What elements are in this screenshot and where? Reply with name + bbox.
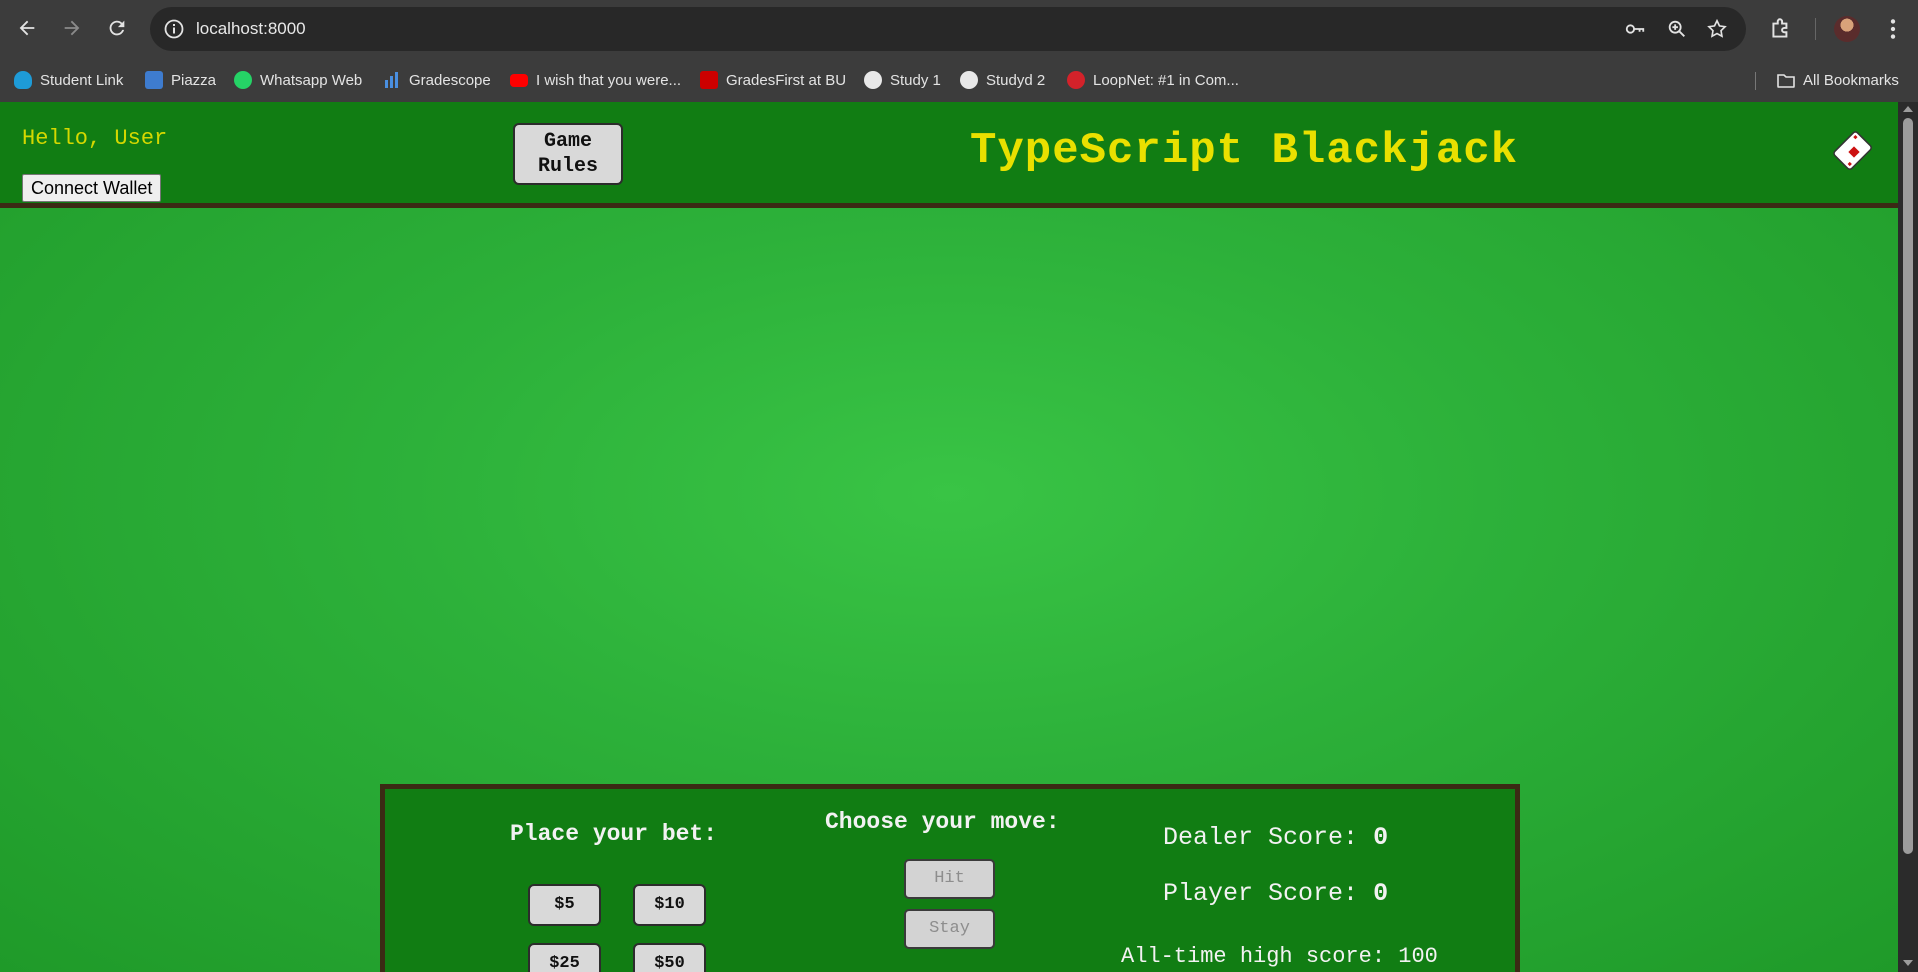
stay-button[interactable]: Stay bbox=[904, 909, 995, 949]
profile-avatar[interactable] bbox=[1834, 16, 1860, 42]
dealer-score-label: Dealer Score: bbox=[1163, 823, 1359, 852]
hit-button[interactable]: Hit bbox=[904, 859, 995, 899]
bookmark-label: I wish that you were... bbox=[536, 71, 682, 89]
high-score: All-time high score: 100 bbox=[1121, 944, 1438, 969]
bookmark-piazza[interactable]: Piazza bbox=[145, 69, 216, 91]
rules-label-line2: Rules bbox=[537, 155, 598, 178]
youtube-icon bbox=[510, 73, 528, 87]
back-arrow-icon bbox=[19, 20, 35, 36]
forward-arrow-icon bbox=[64, 20, 80, 36]
dealer-score-value: 0 bbox=[1373, 823, 1389, 852]
bookmark-label: Study 1 bbox=[890, 71, 941, 89]
puzzle-icon[interactable] bbox=[1768, 16, 1794, 42]
page-scrollbar[interactable] bbox=[1898, 102, 1918, 972]
bookmark-label: Gradescope bbox=[409, 71, 491, 89]
bet-50-button[interactable]: $50 bbox=[633, 943, 706, 972]
game-controls-panel: Place your bet: $5 $10 $25 $50 Choose yo… bbox=[380, 784, 1520, 972]
url-text[interactable]: localhost:8000 bbox=[196, 19, 306, 39]
bet-title: Place your bet: bbox=[510, 821, 718, 847]
player-score-value: 0 bbox=[1373, 879, 1389, 908]
folder-icon bbox=[1777, 74, 1795, 88]
cards-icon bbox=[1833, 131, 1872, 170]
zoom-icon[interactable] bbox=[1666, 18, 1688, 40]
bar-chart-icon bbox=[385, 72, 398, 88]
blackjack-page: Hello, User Connect Wallet Game Rules Ty… bbox=[0, 102, 1898, 972]
reload-icon bbox=[109, 20, 125, 36]
key-icon[interactable] bbox=[1624, 18, 1646, 40]
game-rules-button[interactable]: Game Rules bbox=[513, 123, 623, 185]
bookmarks-divider bbox=[1755, 72, 1756, 90]
github-icon bbox=[864, 71, 882, 89]
bookmark-student-link[interactable]: Student Link bbox=[14, 69, 123, 91]
bet-5-button[interactable]: $5 bbox=[528, 884, 601, 926]
forward-button[interactable] bbox=[55, 11, 89, 45]
bookmark-whatsapp[interactable]: Whatsapp Web bbox=[234, 69, 362, 91]
bet-25-button[interactable]: $25 bbox=[528, 943, 601, 972]
site-info-icon[interactable] bbox=[162, 17, 186, 41]
scroll-up-arrow[interactable] bbox=[1903, 106, 1913, 112]
player-score-label: Player Score: bbox=[1163, 879, 1359, 908]
bookmark-label: GradesFirst at BU bbox=[726, 71, 847, 89]
greeting-text: Hello, User bbox=[22, 126, 168, 151]
game-header: Hello, User Connect Wallet Game Rules Ty… bbox=[0, 102, 1898, 208]
bookmark-label: Student Link bbox=[40, 71, 124, 89]
bookmark-study-2[interactable]: Studyd 2 bbox=[960, 69, 1045, 91]
bookmarks-bar: Student Link Piazza Whatsapp Web Gradesc… bbox=[0, 58, 1918, 102]
kebab-menu-icon[interactable] bbox=[1880, 16, 1906, 42]
bu-icon bbox=[700, 71, 718, 89]
whatsapp-icon bbox=[234, 71, 252, 89]
bookmark-gradescope[interactable]: Gradescope bbox=[383, 69, 491, 91]
rules-label-line1: Game bbox=[543, 130, 592, 153]
github-icon bbox=[960, 71, 978, 89]
all-bookmarks[interactable]: All Bookmarks bbox=[1777, 69, 1899, 91]
reload-button[interactable] bbox=[100, 11, 134, 45]
bookmark-loopnet[interactable]: LoopNet: #1 in Com... bbox=[1067, 69, 1239, 91]
all-bookmarks-label: All Bookmarks bbox=[1803, 71, 1899, 89]
bookmark-label: Piazza bbox=[171, 71, 217, 89]
move-title: Choose your move: bbox=[825, 809, 1060, 835]
cloud-icon bbox=[14, 71, 32, 89]
dealer-score: Dealer Score: 0 bbox=[1163, 823, 1388, 852]
toolbar-divider bbox=[1815, 18, 1816, 40]
scrollbar-thumb[interactable] bbox=[1903, 118, 1913, 854]
browser-toolbar: localhost:8000 bbox=[0, 0, 1918, 58]
bookmark-label: Studyd 2 bbox=[986, 71, 1046, 89]
bookmark-label: LoopNet: #1 in Com... bbox=[1093, 71, 1239, 89]
scroll-down-arrow[interactable] bbox=[1903, 960, 1913, 966]
bookmark-youtube[interactable]: I wish that you were... bbox=[510, 69, 681, 91]
page-title: TypeScript Blackjack bbox=[970, 126, 1519, 176]
connect-wallet-button[interactable]: Connect Wallet bbox=[22, 174, 162, 202]
bet-10-button[interactable]: $10 bbox=[633, 884, 706, 926]
piazza-icon bbox=[145, 71, 163, 89]
bookmark-gradesfirst[interactable]: GradesFirst at BU bbox=[700, 69, 846, 91]
address-bar[interactable]: localhost:8000 bbox=[150, 7, 1746, 51]
bookmark-study-1[interactable]: Study 1 bbox=[864, 69, 941, 91]
star-icon[interactable] bbox=[1706, 18, 1728, 40]
back-button[interactable] bbox=[10, 11, 44, 45]
player-score: Player Score: 0 bbox=[1163, 879, 1388, 908]
loopnet-icon bbox=[1067, 71, 1085, 89]
bookmark-label: Whatsapp Web bbox=[260, 71, 363, 89]
